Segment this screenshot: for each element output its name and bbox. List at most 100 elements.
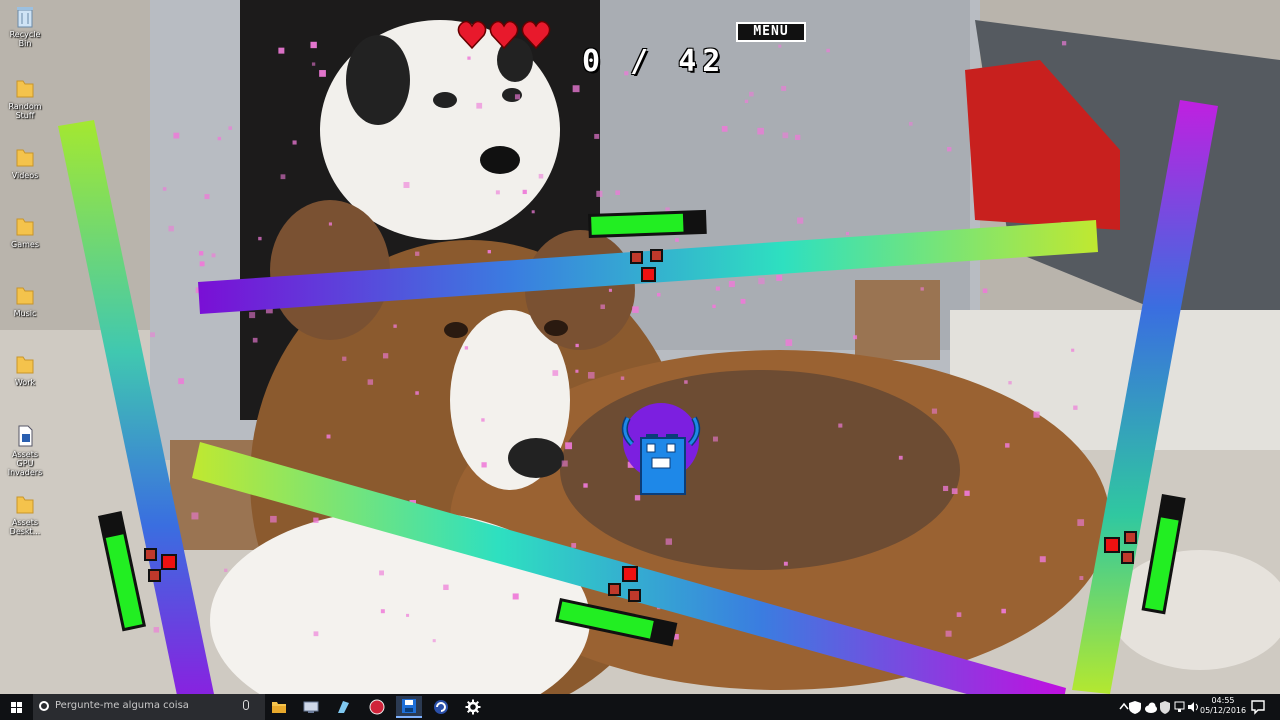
particle <box>781 85 787 91</box>
particle <box>845 231 850 236</box>
particle <box>665 538 672 545</box>
particle <box>758 277 765 285</box>
particle <box>153 627 160 633</box>
particle <box>292 140 297 145</box>
action-center-button[interactable] <box>1250 698 1266 716</box>
cloud-icon[interactable] <box>1145 702 1157 714</box>
particle <box>608 288 612 292</box>
taskbar-app-file-explorer[interactable] <box>266 696 292 718</box>
particle <box>898 455 903 460</box>
volume-icon[interactable] <box>1188 702 1198 712</box>
particle <box>757 127 764 135</box>
lives-hearts <box>457 20 551 50</box>
chevron-up-icon[interactable] <box>1119 702 1129 710</box>
game-scene[interactable]: Recycle Bin Random Stuff Videos Games Mu… <box>0 0 1280 720</box>
particle <box>204 194 210 200</box>
heart-icon <box>521 20 551 50</box>
particle <box>908 121 913 126</box>
network-icon[interactable] <box>1174 701 1185 712</box>
particle <box>228 126 233 130</box>
score-counter: 0 / 42 <box>582 44 727 79</box>
particle <box>476 102 483 109</box>
particle <box>712 304 716 309</box>
particle <box>270 515 277 523</box>
particle <box>403 182 410 188</box>
particle <box>583 483 588 488</box>
particle <box>615 190 621 195</box>
particle <box>749 91 754 97</box>
taskbar-app-settings[interactable] <box>460 696 486 718</box>
health-bar-left <box>98 511 147 632</box>
particle <box>311 62 316 66</box>
particle <box>1071 348 1075 352</box>
health-bar-top <box>588 209 707 238</box>
particle <box>162 187 167 191</box>
taskbar-app-notepad[interactable] <box>330 696 356 718</box>
shield-alt-icon[interactable] <box>1160 701 1170 714</box>
particle <box>587 372 595 379</box>
taskbar-app-network[interactable] <box>298 696 324 718</box>
particle <box>1008 381 1012 385</box>
particle <box>853 335 858 340</box>
taskbar-app-save[interactable] <box>396 696 422 718</box>
settings-icon <box>465 699 481 715</box>
particle <box>956 612 962 617</box>
cortana-icon <box>39 701 49 711</box>
particle <box>1005 443 1010 448</box>
particle <box>561 460 568 467</box>
particle <box>1079 576 1084 580</box>
particle <box>728 281 735 288</box>
taskbar-app-refresh[interactable] <box>428 696 454 718</box>
particle <box>594 133 600 139</box>
player-character <box>621 403 701 495</box>
particle <box>280 174 286 180</box>
particle <box>538 173 544 179</box>
windows-logo-icon <box>11 702 22 713</box>
particle <box>657 292 661 297</box>
particle <box>481 418 485 422</box>
particle <box>795 134 801 141</box>
search-box[interactable]: Pergunte-me alguma coisa <box>33 694 265 720</box>
particle <box>575 343 579 348</box>
game-arena <box>58 41 1218 694</box>
particle <box>382 353 389 359</box>
particle <box>514 94 521 100</box>
particle <box>464 346 469 350</box>
particle <box>783 561 788 566</box>
particle <box>744 99 749 104</box>
particle <box>684 380 688 384</box>
network-app-icon <box>303 701 319 713</box>
particle <box>572 85 580 93</box>
particle <box>596 190 603 197</box>
particle <box>252 337 258 343</box>
clock[interactable]: 04:55 05/12/2016 <box>1200 696 1246 716</box>
particle <box>258 236 262 241</box>
particle <box>415 251 420 256</box>
particle <box>328 222 332 226</box>
particle <box>512 593 519 600</box>
particle <box>565 442 573 450</box>
menu-button[interactable]: MENU <box>736 22 806 42</box>
microphone-icon[interactable] <box>243 700 249 710</box>
shield-icon[interactable] <box>1129 701 1141 714</box>
taskbar-app-record[interactable] <box>364 696 390 718</box>
particle <box>342 356 347 361</box>
particle <box>1039 556 1046 563</box>
particle <box>432 639 436 643</box>
particle <box>712 436 718 442</box>
particle <box>326 434 331 439</box>
particle <box>931 408 938 414</box>
start-button[interactable] <box>0 694 32 720</box>
particle <box>571 543 577 548</box>
heart-icon <box>457 20 487 50</box>
particle <box>367 379 374 385</box>
particle <box>531 210 535 214</box>
particle <box>310 41 317 49</box>
particle <box>943 485 949 492</box>
particle <box>797 217 804 224</box>
particle <box>406 613 410 617</box>
particle <box>415 391 419 395</box>
particle <box>379 570 384 576</box>
particle <box>191 512 199 520</box>
particle <box>522 189 527 195</box>
